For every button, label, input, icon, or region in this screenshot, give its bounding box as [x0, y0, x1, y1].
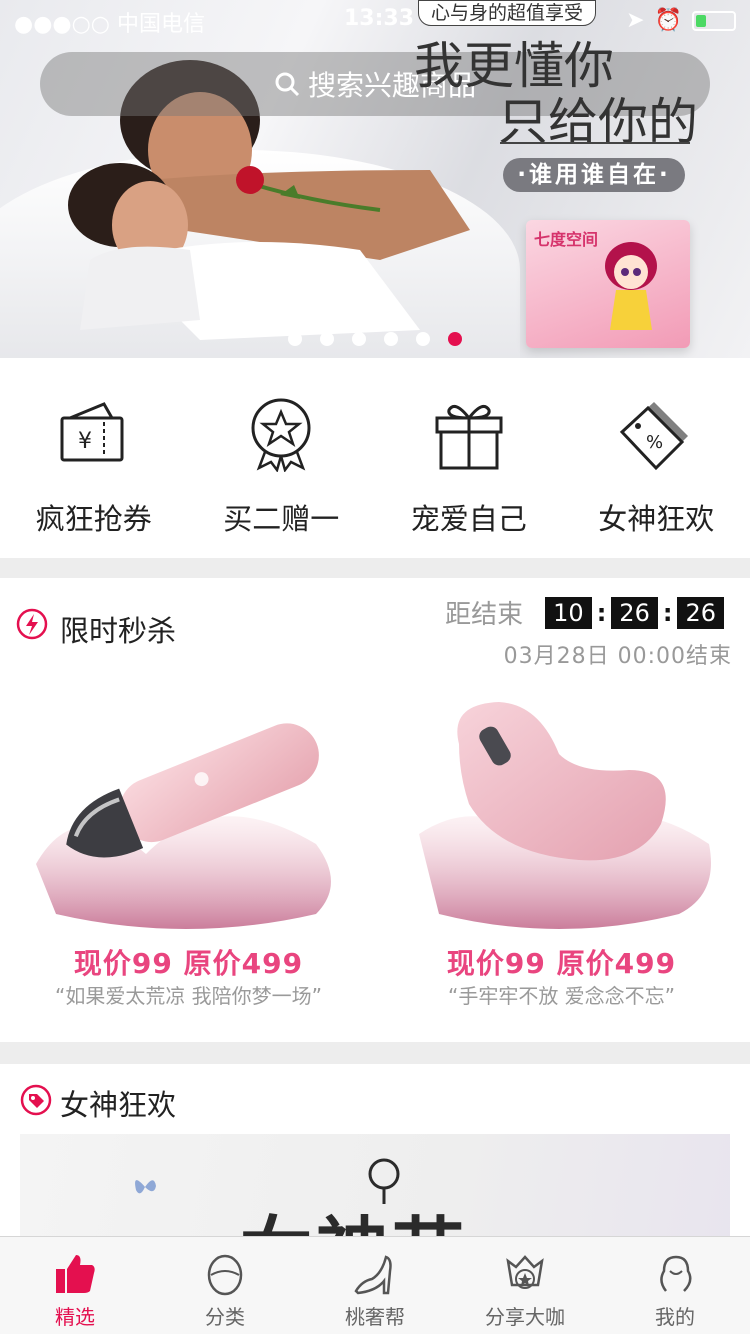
carousel-dot[interactable] — [416, 332, 430, 346]
svg-text:¥: ¥ — [78, 429, 92, 454]
app-page: ●●●○○ 中国电信 13:33 ➤ ⏰ 心与身的超值享受 搜索兴趣商品 我更懂… — [0, 0, 750, 1334]
tab-profile[interactable]: 我的 — [600, 1237, 750, 1334]
alarm-icon: ⏰ — [654, 8, 682, 33]
tab-share-experts[interactable]: 分享大咖 — [450, 1237, 600, 1334]
banner-tagline: 心与身的超值享受 — [418, 0, 597, 26]
crown-badge-icon — [506, 1255, 544, 1289]
sale-end-time: 03月28日 00:00结束 — [503, 644, 732, 669]
star-badge-icon — [251, 398, 311, 472]
discount-tag-icon: % — [620, 402, 689, 471]
svg-text:%: % — [646, 432, 663, 453]
quick-entry-label: 买二赠一 — [223, 502, 340, 536]
banner-divider — [500, 142, 690, 144]
lipstick-vibrator-image — [36, 723, 331, 929]
tab-label: 精选 — [55, 1305, 95, 1329]
carousel-indicators[interactable] — [288, 332, 462, 346]
status-bar: ●●●○○ 中国电信 13:33 ➤ ⏰ — [0, 0, 750, 40]
quick-entry-buy-two[interactable]: 买二赠一 — [188, 358, 376, 558]
carousel-dot[interactable] — [320, 332, 334, 346]
tab-category[interactable]: 分类 — [150, 1237, 300, 1334]
flash-sale-section: 限时秒杀 距结束 10 : 26 : 26 03月28日 00:00结束 现价9… — [0, 578, 750, 1042]
egg-vibrator-image — [419, 702, 711, 929]
product-card[interactable]: 现价99 原价499 “如果爱太荒凉 我陪你梦一场” — [16, 674, 361, 1008]
high-heel-icon — [354, 1255, 392, 1295]
section-title: 女神狂欢 — [60, 1088, 177, 1122]
tab-label: 分享大咖 — [485, 1305, 565, 1329]
egg-category-icon — [207, 1254, 243, 1296]
package-brand: 七度空间 — [534, 230, 599, 249]
cartoon-girl-image — [605, 242, 657, 330]
countdown-timer: 距结束 10 : 26 : 26 — [445, 594, 724, 631]
product-price: 现价99 原价499 — [73, 947, 304, 980]
quick-entry-label: 疯狂抢券 — [35, 502, 152, 536]
tab-label: 分类 — [205, 1305, 245, 1329]
carrier-label: ●●●○○ 中国电信 — [14, 12, 205, 37]
countdown-minutes: 26 — [611, 596, 658, 629]
quick-entry-label: 宠爱自己 — [410, 502, 527, 536]
section-title: 限时秒杀 — [60, 614, 177, 648]
search-icon — [275, 72, 300, 97]
countdown-label: 距结束 — [445, 600, 524, 630]
product-slogan: “如果爱太荒凉 我陪你梦一场” — [54, 984, 323, 1008]
location-icon: ➤ — [626, 8, 645, 33]
tab-community[interactable]: 桃奢帮 — [300, 1237, 450, 1334]
tab-featured[interactable]: 精选 — [0, 1237, 150, 1334]
countdown-separator: : — [662, 598, 673, 627]
banner-slogan-pill: ·谁用谁自在· — [503, 158, 685, 192]
product-card[interactable]: 现价99 原价499 “手牢牢不放 爱念念不忘” — [389, 674, 734, 1008]
quick-entry-coupons[interactable]: ¥ 疯狂抢券 — [0, 358, 188, 558]
tab-label: 桃奢帮 — [345, 1305, 405, 1329]
tab-label: 我的 — [655, 1305, 695, 1329]
clock-time: 13:33 — [344, 6, 415, 31]
tag-icon — [20, 1084, 52, 1116]
promo-banner[interactable]: ●●●○○ 中国电信 13:33 ➤ ⏰ 心与身的超值享受 搜索兴趣商品 我更懂… — [0, 0, 750, 358]
carousel-dot[interactable] — [352, 332, 366, 346]
quick-entry-goddess[interactable]: % 女神狂欢 — [563, 358, 750, 558]
countdown-seconds: 26 — [677, 596, 724, 629]
countdown-separator: : — [596, 598, 607, 627]
woman-profile-icon — [660, 1255, 692, 1292]
gift-icon — [435, 404, 503, 470]
quick-entry-gift[interactable]: 宠爱自己 — [375, 358, 563, 558]
countdown-hours: 10 — [545, 596, 592, 629]
lightning-icon — [16, 608, 48, 640]
status-icons: ➤ ⏰ — [626, 8, 736, 33]
product-package-image: 七度空间 — [526, 220, 690, 348]
bottom-tab-bar: 精选 分类 桃奢帮 分享大咖 我的 — [0, 1236, 750, 1334]
battery-icon — [692, 10, 736, 31]
quick-entry-label: 女神狂欢 — [598, 502, 715, 536]
thumbs-up-icon — [56, 1255, 95, 1293]
product-price: 现价99 原价499 — [446, 947, 677, 980]
carousel-dot-active[interactable] — [448, 332, 462, 346]
coupon-icon: ¥ — [60, 402, 124, 462]
carousel-dot[interactable] — [384, 332, 398, 346]
carousel-dot[interactable] — [288, 332, 302, 346]
product-slogan: “手牢牢不放 爱念念不忘” — [447, 984, 676, 1008]
butterfly-icon — [135, 1180, 156, 1194]
quick-entry-grid: ¥ 疯狂抢券 买二赠一 宠爱自己 % 女神狂欢 — [0, 358, 750, 558]
